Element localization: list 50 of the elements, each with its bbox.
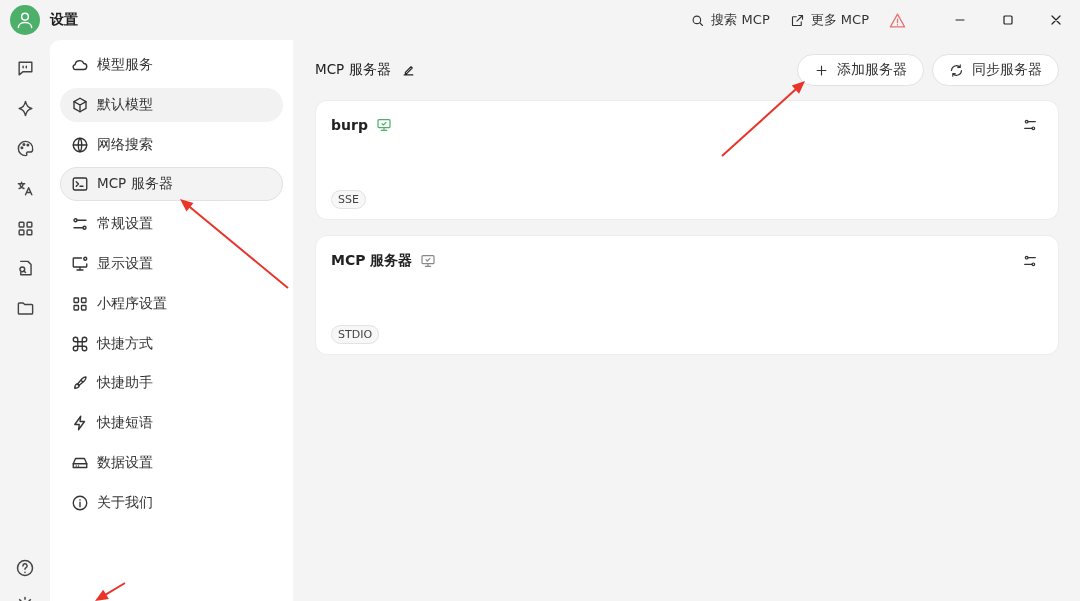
sidebar-item[interactable]: 关于我们	[60, 485, 283, 520]
server-card[interactable]: burp SSE	[315, 100, 1059, 220]
command-icon	[71, 334, 89, 353]
window-title: 设置	[50, 11, 78, 29]
info-icon	[71, 493, 89, 512]
person-icon	[15, 10, 35, 30]
server-card[interactable]: MCP 服务器 STDIO	[315, 235, 1059, 355]
maximize-icon[interactable]	[1000, 12, 1016, 28]
annotation-arrow	[95, 582, 126, 601]
external-link-icon	[789, 12, 805, 28]
sparkle-icon[interactable]	[15, 99, 35, 118]
terminal-icon	[71, 175, 89, 194]
chat-icon[interactable]	[15, 59, 35, 78]
monitor-check-icon	[420, 253, 437, 269]
sliders-icon[interactable]	[1022, 117, 1038, 133]
server-type-tag: SSE	[331, 190, 366, 209]
folder-icon[interactable]	[15, 299, 35, 318]
server-name: burp	[331, 117, 368, 133]
sidebar-item[interactable]: 常规设置	[60, 207, 283, 242]
monitor-gear-icon	[71, 255, 89, 273]
sidebar-item[interactable]: 数据设置	[60, 445, 283, 480]
sliders-icon[interactable]	[1022, 253, 1038, 269]
page-title: MCP 服务器	[315, 61, 391, 79]
sidebar-item[interactable]: 显示设置	[60, 247, 283, 281]
sidebar-item[interactable]: 快捷短语	[60, 406, 283, 441]
sidebar-item[interactable]: MCP 服务器	[60, 167, 283, 202]
sidebar-item[interactable]: 快捷助手	[60, 366, 283, 401]
palette-icon[interactable]	[15, 139, 35, 158]
toolbar-button[interactable]: 同步服务器	[932, 54, 1059, 86]
plus-icon	[814, 62, 829, 78]
help-icon[interactable]	[15, 558, 35, 578]
sidebar-item[interactable]: 默认模型	[60, 87, 283, 122]
sidebar-item[interactable]: 快捷方式	[60, 326, 283, 361]
avatar[interactable]	[10, 5, 40, 35]
grid-icon[interactable]	[15, 219, 35, 238]
sidebar-item[interactable]: 小程序设置	[60, 286, 283, 321]
sidebar-item[interactable]: 模型服务	[60, 48, 283, 82]
toolbar-button[interactable]: 添加服务器	[797, 54, 924, 86]
monitor-check-icon	[375, 117, 392, 133]
warning-icon[interactable]	[889, 11, 906, 29]
server-name: MCP 服务器	[331, 252, 413, 270]
translate-icon[interactable]	[15, 179, 35, 198]
sidebar-item[interactable]: 网络搜索	[60, 127, 283, 162]
cube-icon	[71, 95, 89, 114]
refresh-icon	[949, 62, 964, 78]
toolbar-link[interactable]: 搜索 MCP	[690, 11, 770, 29]
server-type-tag: STDIO	[331, 325, 380, 344]
globe-icon	[71, 135, 89, 154]
grid-icon	[71, 294, 89, 313]
toolbar-link[interactable]: 更多 MCP	[789, 11, 869, 29]
